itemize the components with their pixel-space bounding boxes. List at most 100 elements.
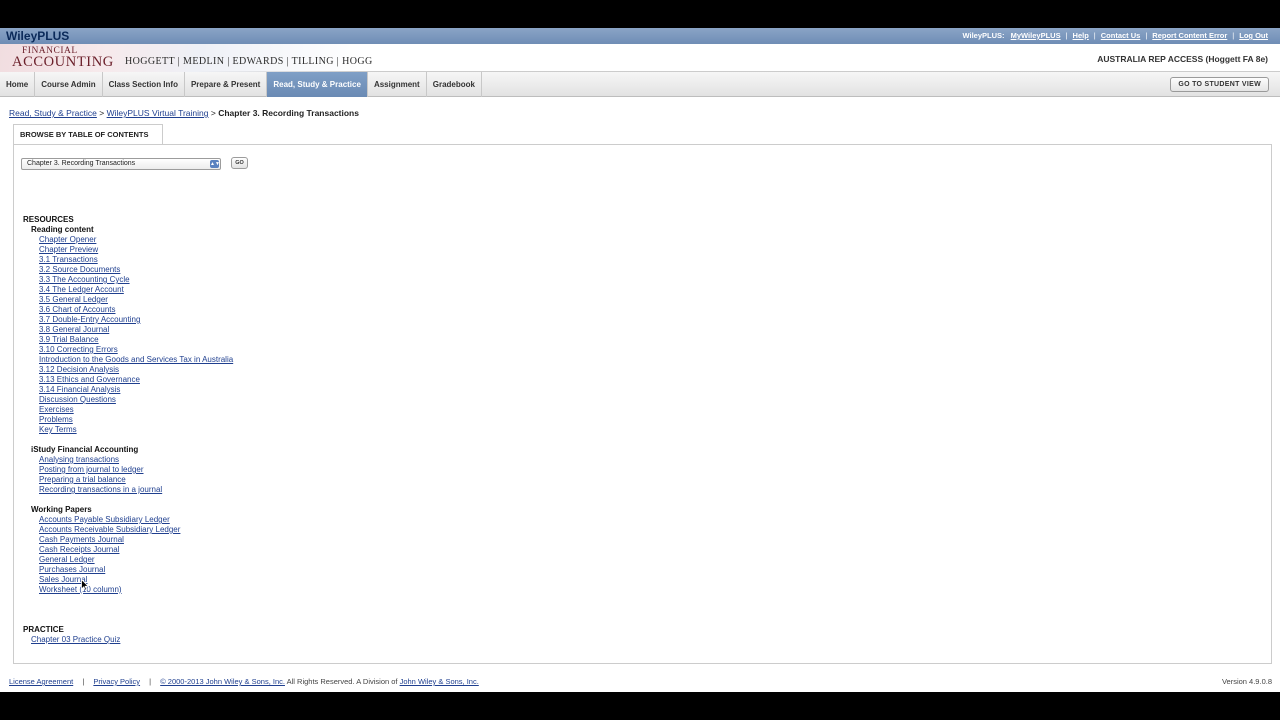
access-label: AUSTRALIA REP ACCESS (Hoggett FA 8e) [1097,54,1268,64]
list-item: 3.8 General Journal [23,325,233,335]
list-item: Discussion Questions [23,395,233,405]
top-links-prefix: WileyPLUS: [962,31,1005,40]
tab-course-admin[interactable]: Course Admin [35,72,103,97]
breadcrumb-current: Chapter 3. Recording Transactions [218,108,359,118]
reading-content-link[interactable]: Problems [39,415,73,424]
go-button[interactable]: GO [231,157,248,169]
reading-content-link[interactable]: 3.1 Transactions [39,255,98,264]
reading-content-link[interactable]: 3.13 Ethics and Governance [39,375,140,384]
breadcrumb: Read, Study & Practice > WileyPLUS Virtu… [9,108,359,118]
brand-logo: WileyPLUS [6,29,70,43]
practice-heading: PRACTICE [23,625,64,634]
log-out-link[interactable]: Log Out [1239,31,1268,40]
book-title-line2: ACCOUNTING [12,54,114,70]
reading-content-link[interactable]: 3.14 Financial Analysis [39,385,120,394]
working-paper-link[interactable]: General Ledger [39,555,95,564]
report-content-error-link[interactable]: Report Content Error [1152,31,1227,40]
reading-content-link[interactable]: 3.3 The Accounting Cycle [39,275,130,284]
working-papers-list: Accounts Payable Subsidiary Ledger Accoun… [23,515,233,595]
tab-read-study-practice[interactable]: Read, Study & Practice [267,72,368,97]
reading-content-link[interactable]: Exercises [39,405,74,414]
list-item: Accounts Payable Subsidiary Ledger [23,515,233,525]
working-paper-link[interactable]: Purchases Journal [39,565,105,574]
chapter-select[interactable]: Chapter 3. Recording Transactions ▲▼ [21,158,221,170]
istudy-link[interactable]: Preparing a trial balance [39,475,126,484]
footer-separator: | [149,677,152,686]
breadcrumb-virtual-training[interactable]: WileyPLUS Virtual Training [107,108,209,118]
list-item: Accounts Receivable Subsidiary Ledger [23,525,233,535]
copyright-link[interactable]: © 2000-2013 John Wiley & Sons, Inc. [160,677,285,686]
list-item: Worksheet (10 column) [23,585,233,595]
reading-content-link[interactable]: Discussion Questions [39,395,116,404]
reading-content-link[interactable]: 3.7 Double-Entry Accounting [39,315,140,324]
book-banner: FINANCIAL ACCOUNTING HOGGETT | MEDLIN | … [0,44,1280,72]
reading-content-link[interactable]: 3.9 Trial Balance [39,335,99,344]
list-item: 3.4 The Ledger Account [23,285,233,295]
practice-list: Chapter 03 Practice Quiz [23,635,233,645]
list-item: Cash Payments Journal [23,535,233,545]
list-item: 3.3 The Accounting Cycle [23,275,233,285]
working-paper-link[interactable]: Accounts Payable Subsidiary Ledger [39,515,170,524]
working-paper-link[interactable]: Cash Receipts Journal [39,545,119,554]
john-wiley-link[interactable]: John Wiley & Sons, Inc. [400,677,479,686]
list-item: Key Terms [23,425,233,435]
reading-content-heading: Reading content [31,225,94,234]
chapter-select-value: Chapter 3. Recording Transactions [27,160,136,167]
working-paper-link[interactable]: Cash Payments Journal [39,535,124,544]
reading-content-link[interactable]: 3.12 Decision Analysis [39,365,119,374]
istudy-list: Analysing transactions Posting from journ… [23,455,233,495]
list-item: Chapter Opener [23,235,233,245]
list-item: Purchases Journal [23,565,233,575]
tab-home[interactable]: Home [0,72,36,97]
istudy-link[interactable]: Analysing transactions [39,455,119,464]
main-nav: Home Course Admin Class Section Info Pre… [0,72,1280,97]
list-item: 3.1 Transactions [23,255,233,265]
reading-content-list: Chapter Opener Chapter Preview 3.1 Transac… [23,235,233,435]
tab-class-section-info[interactable]: Class Section Info [103,72,185,97]
reading-content-link[interactable]: 3.2 Source Documents [39,265,120,274]
list-item: Chapter Preview [23,245,233,255]
list-item: Preparing a trial balance [23,475,233,485]
reading-content-link[interactable]: Chapter Opener [39,235,96,244]
breadcrumb-separator: > [210,108,216,118]
working-paper-link[interactable]: Accounts Receivable Subsidiary Ledger [39,525,180,534]
help-link[interactable]: Help [1073,31,1089,40]
privacy-policy-link[interactable]: Privacy Policy [93,677,140,686]
list-item: 3.10 Correcting Errors [23,345,233,355]
top-links: WileyPLUS: MyWileyPLUS | Help | Contact Us | R… [962,31,1269,40]
page: WileyPLUS WileyPLUS: MyWileyPLUS | Help | Co… [0,28,1280,692]
footer-separator: | [82,677,85,686]
reading-content-link[interactable]: Key Terms [39,425,77,434]
list-item: Posting from journal to ledger [23,465,233,475]
footer: License Agreement | Privacy Policy | © 2… [9,677,479,686]
tab-assignment[interactable]: Assignment [368,72,427,97]
breadcrumb-read-study-practice[interactable]: Read, Study & Practice [9,108,97,118]
practice-quiz-link[interactable]: Chapter 03 Practice Quiz [31,635,120,644]
list-item: 3.6 Chart of Accounts [23,305,233,315]
istudy-link[interactable]: Posting from journal to ledger [39,465,144,474]
list-item: Analysing transactions [23,455,233,465]
list-item: 3.13 Ethics and Governance [23,375,233,385]
mywileyplus-link[interactable]: MyWileyPLUS [1011,31,1061,40]
tab-browse-toc[interactable]: BROWSE BY TABLE OF CONTENTS [13,124,163,144]
tab-prepare-present[interactable]: Prepare & Present [185,72,268,97]
book-authors: HOGGETT | MEDLIN | EDWARDS | TILLING | H… [125,56,373,67]
list-item: Introduction to the Goods and Services T… [23,355,233,365]
reading-content-link[interactable]: 3.10 Correcting Errors [39,345,118,354]
reading-content-link[interactable]: Introduction to the Goods and Services T… [39,355,233,364]
tab-gradebook[interactable]: Gradebook [427,72,482,97]
reading-content-link[interactable]: Chapter Preview [39,245,98,254]
go-to-student-view-button[interactable]: GO TO STUDENT VIEW [1170,77,1269,92]
breadcrumb-separator: > [99,108,105,118]
license-agreement-link[interactable]: License Agreement [9,677,73,686]
contact-us-link[interactable]: Contact Us [1101,31,1141,40]
istudy-link[interactable]: Recording transactions in a journal [39,485,162,494]
reading-content-link[interactable]: 3.6 Chart of Accounts [39,305,116,314]
list-item: General Ledger [23,555,233,565]
reading-content-link[interactable]: 3.4 The Ledger Account [39,285,124,294]
list-item: 3.5 General Ledger [23,295,233,305]
reading-content-link[interactable]: 3.8 General Journal [39,325,109,334]
list-item: Recording transactions in a journal [23,485,233,495]
reading-content-link[interactable]: 3.5 General Ledger [39,295,108,304]
list-item: 3.14 Financial Analysis [23,385,233,395]
